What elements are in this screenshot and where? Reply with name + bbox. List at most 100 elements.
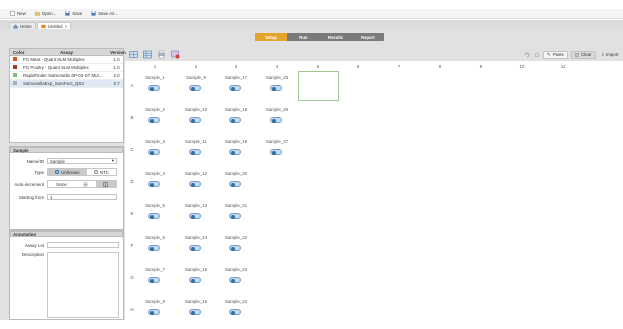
plate-well[interactable]: Sample_5: [135, 203, 175, 233]
well-toggle[interactable]: [189, 117, 201, 123]
well-toggle[interactable]: [189, 309, 201, 315]
plate-well[interactable]: Sample_10: [176, 107, 216, 137]
well-toggle[interactable]: [148, 117, 160, 123]
well-toggle[interactable]: [270, 149, 282, 155]
redo-icon[interactable]: [533, 50, 540, 59]
step-report[interactable]: Report: [352, 33, 384, 41]
plate-well[interactable]: Sample_7: [135, 267, 175, 297]
col-version: Version: [110, 49, 126, 55]
plate-well[interactable]: Sample_4: [135, 171, 175, 201]
well-sample-name: Sample_9: [186, 75, 206, 80]
step-results[interactable]: Results: [320, 33, 352, 41]
plate-well[interactable]: Sample_18: [216, 107, 256, 137]
plate-well[interactable]: Sample_14: [176, 235, 216, 265]
well-table-icon[interactable]: [143, 50, 152, 59]
well-toggle[interactable]: [148, 213, 160, 219]
new-button[interactable]: New: [8, 10, 28, 18]
well-toggle[interactable]: [189, 245, 201, 251]
paste-button[interactable]: ✎ Paste: [543, 50, 568, 59]
well-toggle[interactable]: [148, 277, 160, 283]
name-input[interactable]: Sample ▾: [47, 158, 117, 164]
assay-name: RapidFinder Salmonella SP-03-ST Mul...: [23, 73, 103, 78]
plate-well[interactable]: Sample_21: [216, 203, 256, 233]
save-as-button[interactable]: Save As...: [89, 10, 120, 18]
assay-row[interactable]: FG Poultry - Quant SLM Multiplex 1.0: [10, 64, 123, 72]
auto-none-option[interactable]: None: [48, 181, 76, 187]
well-toggle[interactable]: [189, 85, 201, 91]
tab-home[interactable]: Home: [9, 22, 36, 29]
plate-well[interactable]: Sample_25: [257, 75, 297, 105]
type-unknown-option[interactable]: Unknown: [48, 169, 87, 175]
assay-row[interactable]: RapidFinder Salmonella SP-03-ST Mul... 2…: [10, 72, 123, 80]
well-sample-name: Sample_2: [145, 107, 165, 112]
type-label: Type: [34, 169, 44, 175]
increment-column-option[interactable]: [95, 181, 116, 187]
save-button[interactable]: Save: [63, 10, 84, 18]
plate-well[interactable]: Sample_24: [216, 299, 256, 329]
well-toggle[interactable]: [148, 245, 160, 251]
undo-icon[interactable]: [523, 50, 530, 59]
print-icon[interactable]: [157, 50, 166, 59]
well-toggle[interactable]: [189, 181, 201, 187]
increment-row-option[interactable]: [75, 181, 96, 187]
plate-well[interactable]: Sample_3: [135, 139, 175, 169]
plate-well[interactable]: Sample_11: [176, 139, 216, 169]
plate-well[interactable]: Sample_8: [135, 299, 175, 329]
plate-well[interactable]: Sample_17: [216, 75, 256, 105]
plate-well[interactable]: Sample_12: [176, 171, 216, 201]
well-toggle[interactable]: [148, 85, 160, 91]
well-toggle[interactable]: [229, 245, 241, 251]
well-toggle[interactable]: [229, 117, 241, 123]
well-toggle[interactable]: [229, 213, 241, 219]
well-toggle[interactable]: [229, 181, 241, 187]
well-toggle[interactable]: [229, 149, 241, 155]
selected-well[interactable]: [298, 71, 339, 101]
step-setup[interactable]: Setup: [255, 33, 288, 41]
well-toggle[interactable]: [189, 277, 201, 283]
plate-settings-icon[interactable]: [171, 50, 180, 59]
well-toggle[interactable]: [189, 149, 201, 155]
assay-row[interactable]: SalmonellaExp_SureFect_QS3 2.7: [10, 80, 123, 88]
plate-well[interactable]: Sample_20: [216, 171, 256, 201]
plate-well[interactable]: Sample_27: [257, 139, 297, 169]
plate-icon: [41, 24, 46, 28]
well-toggle[interactable]: [148, 149, 160, 155]
type-ntc-option[interactable]: NTC: [86, 169, 116, 175]
description-label: Description: [22, 252, 44, 257]
assay-lot-input[interactable]: [47, 242, 119, 248]
plate-well[interactable]: Sample_23: [216, 267, 256, 297]
plate-well[interactable]: Sample_9: [176, 75, 216, 105]
close-icon[interactable]: ×: [65, 24, 68, 29]
starting-from-input[interactable]: 1: [47, 194, 117, 200]
description-input[interactable]: [47, 252, 119, 318]
well-toggle[interactable]: [148, 309, 160, 315]
plate-well[interactable]: Sample_13: [176, 203, 216, 233]
plate-well[interactable]: Sample_26: [257, 107, 297, 137]
open-button[interactable]: Open...: [33, 10, 58, 18]
plate-well[interactable]: Sample_6: [135, 235, 175, 265]
plate-well[interactable]: Sample_15: [176, 267, 216, 297]
step-run[interactable]: Run: [287, 33, 319, 41]
plate-grid: 1 2 3 4 5 6 7 8 9 10 11 A B C D E F G H …: [125, 61, 623, 320]
plate-well[interactable]: Sample_19: [216, 139, 256, 169]
import-button[interactable]: ⌕ Import: [599, 51, 622, 59]
assay-name: SalmonellaExp_SureFect_QS3: [23, 81, 84, 86]
tab-untitled[interactable]: Untitled ×: [36, 22, 72, 29]
assay-row[interactable]: FG Meat - Quant SLM Multiplex 1.0: [10, 56, 123, 64]
plate-well[interactable]: Sample_22: [216, 235, 256, 265]
well-toggle[interactable]: [229, 277, 241, 283]
well-toggle[interactable]: [229, 85, 241, 91]
well-sample-name: Sample_13: [184, 203, 208, 208]
well-toggle[interactable]: [189, 213, 201, 219]
plate-well[interactable]: Sample_1: [135, 75, 175, 105]
clear-button[interactable]: ◫ Clear: [570, 50, 596, 59]
plate-well[interactable]: Sample_2: [135, 107, 175, 137]
well-toggle[interactable]: [270, 85, 282, 91]
well-toggle[interactable]: [270, 117, 282, 123]
plate-well[interactable]: Sample_16: [176, 299, 216, 329]
plate-layout-icon[interactable]: [129, 50, 138, 59]
toggle-knob-icon: [272, 86, 276, 91]
toggle-knob-icon: [191, 118, 195, 123]
well-toggle[interactable]: [229, 309, 241, 315]
well-toggle[interactable]: [148, 181, 160, 187]
